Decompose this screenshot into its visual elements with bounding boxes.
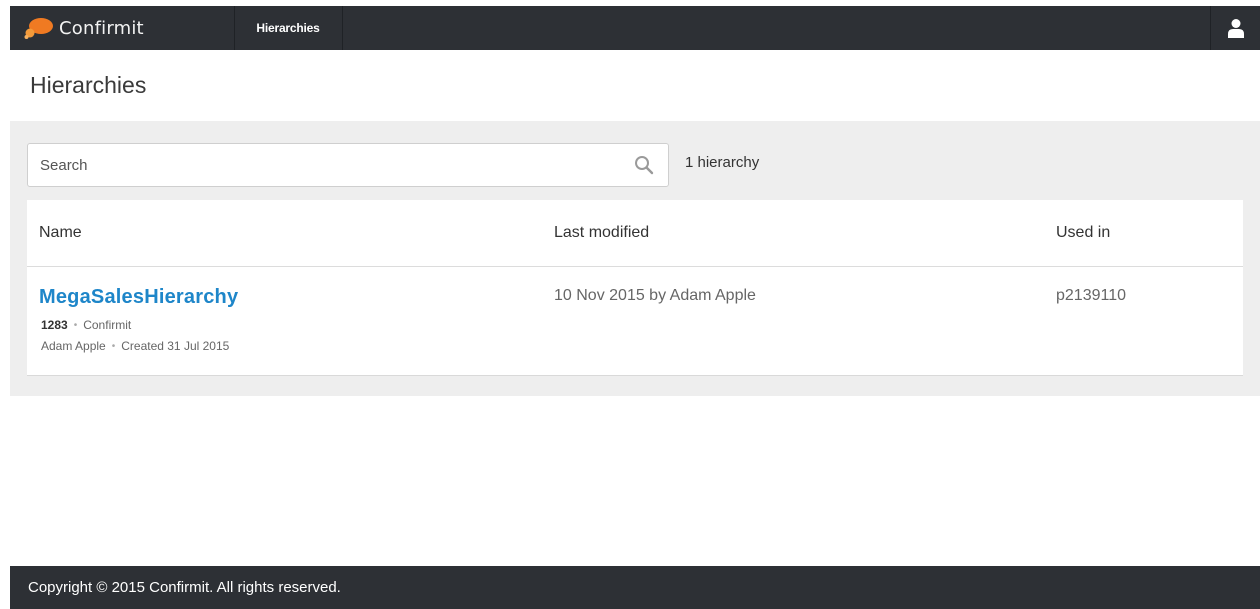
top-navbar: Confirmit Hierarchies (10, 6, 1260, 50)
column-header-last-modified[interactable]: Last modified (554, 224, 649, 242)
footer: Copyright © 2015 Confirmit. All rights r… (10, 566, 1260, 609)
hierarchy-company: Confirmit (83, 318, 132, 332)
content-panel: 1 hierarchy Name Last modified Used in M… (10, 121, 1260, 396)
nav-item-hierarchies[interactable]: Hierarchies (234, 6, 342, 50)
hierarchy-owner: Adam Apple (41, 339, 106, 353)
hierarchies-table: Name Last modified Used in MegaSalesHier… (27, 200, 1243, 376)
logo-text: Confirmit (59, 17, 144, 39)
table-header: Name Last modified Used in (27, 200, 1243, 267)
page-title: Hierarchies (30, 72, 147, 98)
logo[interactable]: Confirmit (24, 6, 144, 50)
hierarchy-owner-created: Adam Apple • Created 31 Jul 2015 (41, 339, 229, 353)
table-row[interactable]: MegaSalesHierarchy 1283 • Confirmit Adam… (27, 268, 1243, 375)
hierarchy-created: Created 31 Jul 2015 (121, 339, 230, 353)
last-modified-cell: 10 Nov 2015 by Adam Apple (554, 287, 756, 304)
confirmit-logo-icon (24, 18, 53, 39)
used-in-cell: p2139110 (1056, 287, 1126, 304)
hierarchy-name-link[interactable]: MegaSalesHierarchy (39, 286, 238, 309)
hierarchy-id-company: 1283 • Confirmit (41, 318, 131, 332)
search-icon[interactable] (634, 155, 654, 175)
column-header-used-in[interactable]: Used in (1056, 224, 1110, 242)
copyright-text: Copyright © 2015 Confirmit. All rights r… (28, 579, 341, 596)
result-count: 1 hierarchy (685, 154, 760, 171)
hierarchy-id: 1283 (41, 318, 68, 332)
separator-dot: • (111, 340, 116, 352)
separator-dot: • (73, 319, 78, 331)
column-header-name[interactable]: Name (39, 224, 82, 242)
user-icon (1227, 19, 1244, 38)
nav-divider (342, 6, 343, 50)
search-box (27, 143, 669, 187)
page: Confirmit Hierarchies Hierarchies 1 hier… (0, 0, 1260, 609)
user-menu-button[interactable] (1210, 6, 1260, 50)
search-input[interactable] (28, 144, 608, 186)
